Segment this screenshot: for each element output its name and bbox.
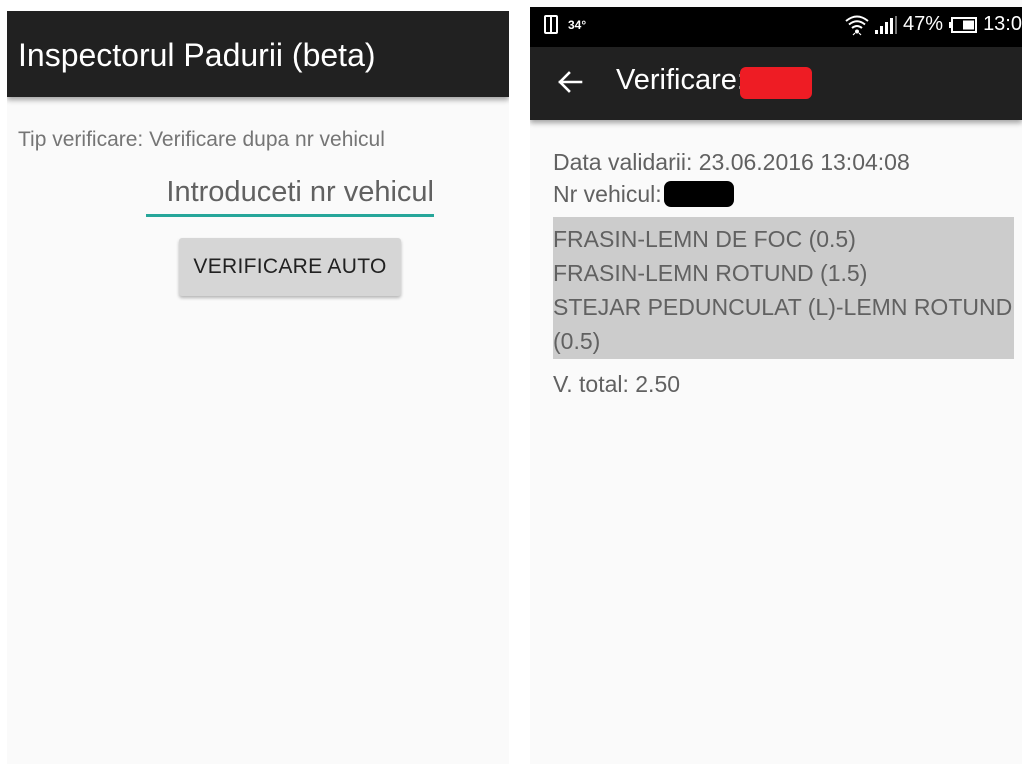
status-time: 13:0	[983, 13, 1022, 35]
screen-title: Verificare:	[616, 64, 745, 96]
vehicle-number-input[interactable]	[146, 171, 434, 217]
signal-icon	[875, 15, 898, 34]
battery-icon	[949, 16, 978, 33]
app-title: Inspectorul Padurii (beta)	[18, 36, 376, 73]
vehicle-number-label: Nr vehicul:	[553, 181, 662, 207]
species-item: FRASIN-LEMN DE FOC (0.5)	[553, 226, 856, 252]
species-item: STEJAR PEDUNCULAT (L)-LEMN ROTUND (0.5)	[553, 294, 1013, 354]
species-list: FRASIN-LEMN DE FOC (0.5) FRASIN-LEMN ROT…	[553, 217, 1014, 359]
redacted-vehicle-number	[663, 181, 734, 207]
temperature-text: 34°	[568, 17, 587, 32]
total-volume: V. total: 2.50	[553, 371, 681, 397]
left-screen: Inspectorul Padurii (beta) Tip verificar…	[7, 11, 509, 764]
vehicle-number-line: Nr vehicul:	[553, 178, 1014, 210]
phone-icon	[544, 15, 558, 34]
status-right: 47% 13:0	[845, 13, 1022, 36]
right-screen: 34° 47% 13:0 Verificare: Data validarii:…	[530, 0, 1022, 764]
verification-details: Data validarii: 23.06.2016 13:04:08 Nr v…	[553, 146, 1014, 401]
app-bar: Inspectorul Padurii (beta)	[7, 11, 509, 97]
status-left: 34°	[544, 15, 586, 34]
back-arrow-icon[interactable]	[557, 69, 583, 95]
verify-auto-button[interactable]: VERIFICARE AUTO	[179, 238, 401, 296]
validation-date: Data validarii: 23.06.2016 13:04:08	[553, 149, 910, 175]
redacted-title-box	[740, 67, 812, 99]
wifi-icon	[845, 14, 869, 36]
verification-type-label: Tip verificare: Verificare dupa nr vehic…	[18, 128, 385, 151]
battery-percent: 47%	[903, 13, 944, 35]
status-bar: 34° 47% 13:0	[530, 7, 1022, 47]
species-item: FRASIN-LEMN ROTUND (1.5)	[553, 260, 868, 286]
app-bar: Verificare:	[530, 47, 1022, 120]
